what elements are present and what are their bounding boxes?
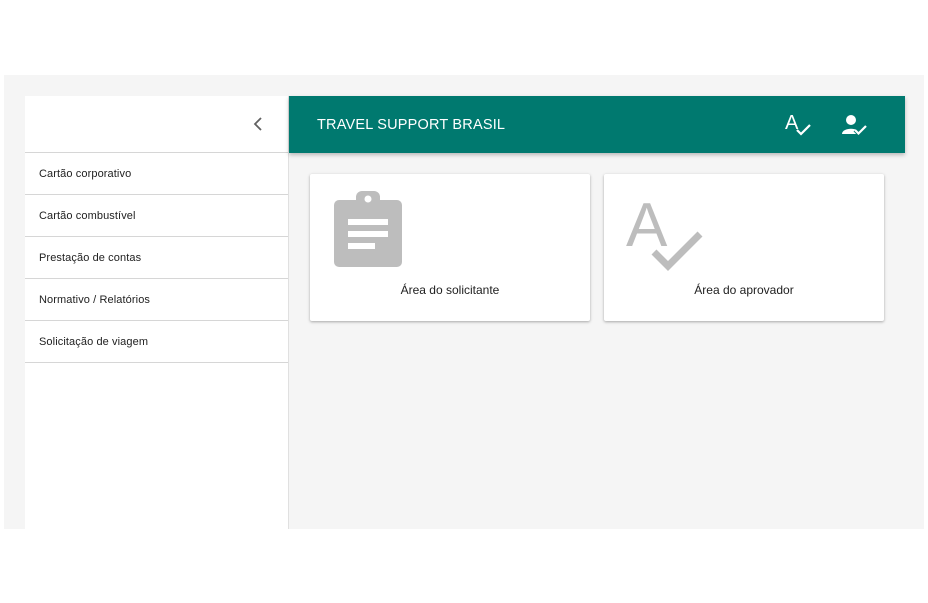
sidebar-item-normativo-relatorios[interactable]: Normativo / Relatórios — [25, 279, 288, 321]
chevron-left-icon[interactable] — [248, 114, 268, 134]
app-title: TRAVEL SUPPORT BRASIL — [317, 116, 506, 133]
sidebar-item-cartao-corporativo[interactable]: Cartão corporativo — [25, 153, 288, 195]
card-area-do-aprovador[interactable]: A Área do aprovador — [604, 174, 884, 321]
spellcheck-icon[interactable]: A — [784, 112, 812, 138]
sidebar-item-label: Cartão combustível — [39, 209, 136, 222]
app-stage: Cartão corporativo Cartão combustível Pr… — [4, 75, 924, 529]
spellcheck-icon: A — [626, 191, 704, 277]
sidebar-item-label: Normativo / Relatórios — [39, 293, 151, 306]
sidebar-item-label: Prestação de contas — [39, 251, 142, 264]
sidebar-item-solicitacao-de-viagem[interactable]: Solicitação de viagem — [25, 321, 288, 363]
svg-text:A: A — [626, 196, 668, 260]
person-check-icon[interactable] — [840, 112, 868, 138]
app-header: TRAVEL SUPPORT BRASIL A — [289, 96, 905, 153]
card-area-do-solicitante[interactable]: Área do solicitante — [310, 174, 590, 321]
sidebar-item-prestacao-de-contas[interactable]: Prestação de contas — [25, 237, 288, 279]
sidebar-item-label: Solicitação de viagem — [39, 335, 149, 348]
sidebar-item-cartao-combustivel[interactable]: Cartão combustível — [25, 195, 288, 237]
sidebar-item-label: Cartão corporativo — [39, 167, 132, 180]
sidebar-header — [25, 96, 288, 153]
sidebar: Cartão corporativo Cartão combustível Pr… — [25, 96, 289, 529]
card-label: Área do aprovador — [694, 283, 794, 297]
card-label: Área do solicitante — [400, 283, 500, 297]
clipboard-icon — [334, 191, 402, 272]
